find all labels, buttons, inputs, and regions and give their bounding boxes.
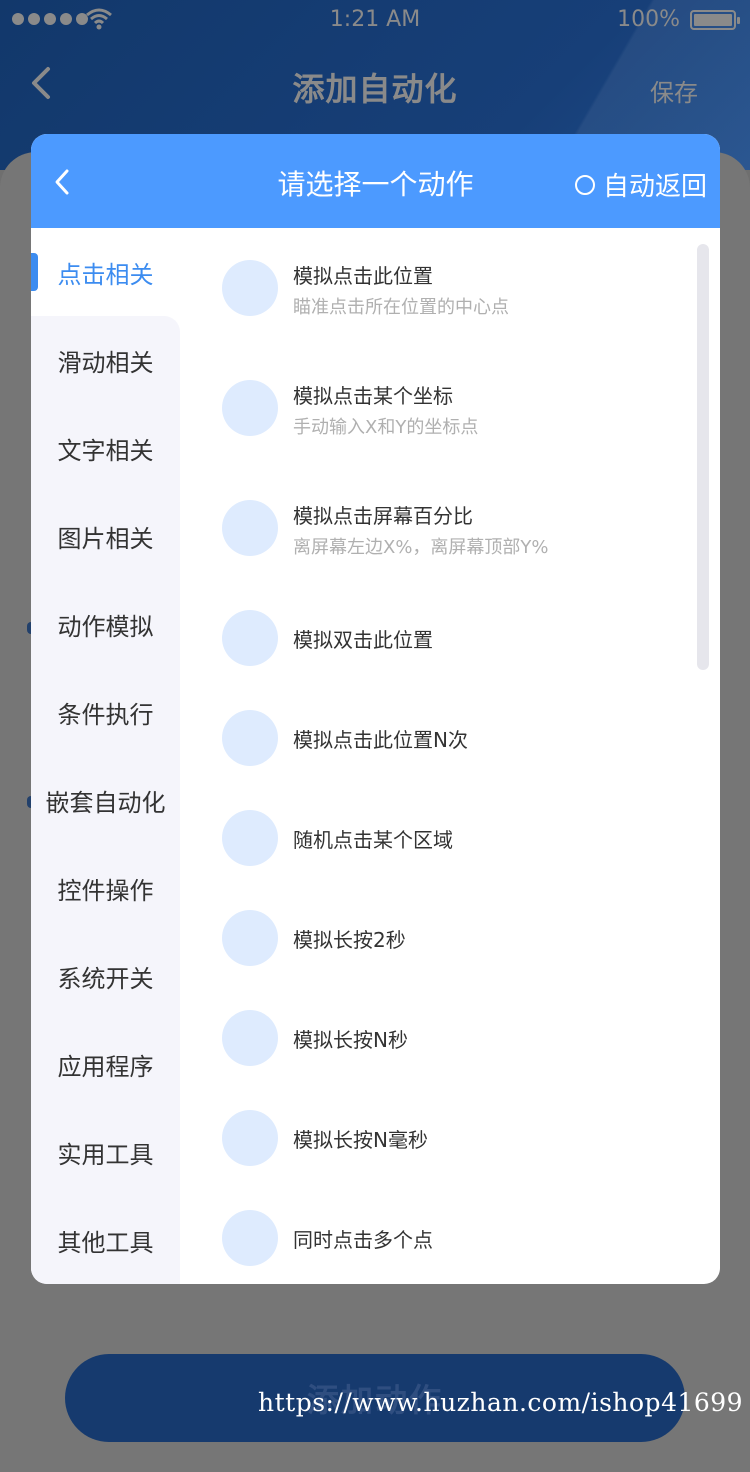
category-item[interactable]: 应用程序 <box>31 1020 180 1108</box>
list-item[interactable]: 同时点击多个点 <box>180 1210 700 1284</box>
action-title: 模拟点击屏幕百分比 <box>293 504 473 528</box>
category-item[interactable]: 点击相关 <box>31 228 180 316</box>
action-icon <box>222 1110 278 1166</box>
page-title: 添加自动化 <box>292 70 458 108</box>
auto-return-toggle[interactable]: 自动返回 <box>574 166 707 203</box>
action-title: 模拟点击此位置N次 <box>293 728 468 752</box>
watermark-text: https://www.huzhan.com/ishop41699 <box>258 1388 744 1417</box>
action-icon <box>222 1210 278 1266</box>
active-indicator <box>31 253 38 291</box>
category-label: 系统开关 <box>57 964 154 993</box>
category-label: 条件执行 <box>57 700 154 729</box>
action-icon <box>222 810 278 866</box>
action-title: 模拟双击此位置 <box>293 628 433 652</box>
category-label: 动作模拟 <box>57 612 154 641</box>
category-item[interactable]: 系统开关 <box>31 932 180 1020</box>
list-item[interactable]: 模拟点击此位置N次 <box>180 710 700 810</box>
action-title: 模拟点击某个坐标 <box>293 384 453 408</box>
category-item[interactable]: 条件执行 <box>31 668 180 756</box>
action-subtitle: 离屏幕左边X%，离屏幕顶部Y% <box>293 537 549 558</box>
category-label: 文字相关 <box>57 436 154 465</box>
list-item[interactable]: 模拟双击此位置 <box>180 610 700 710</box>
action-picker-dialog: 请选择一个动作 自动返回 点击相关 滑动相关 文字相关 图片相关 动作模拟 条件… <box>31 134 720 1284</box>
category-item[interactable]: 滑动相关 <box>31 316 180 404</box>
list-item[interactable]: 随机点击某个区域 <box>180 810 700 910</box>
category-label: 应用程序 <box>57 1052 154 1081</box>
list-scrollbar[interactable] <box>697 244 709 670</box>
battery-icon <box>690 10 740 30</box>
list-item[interactable]: 模拟点击此位置 瞄准点击所在位置的中心点 <box>180 260 700 380</box>
category-item[interactable]: 实用工具 <box>31 1108 180 1196</box>
category-label: 其他工具 <box>57 1228 154 1257</box>
action-icon <box>222 910 278 966</box>
list-item[interactable]: 模拟长按N秒 <box>180 1010 700 1110</box>
action-title: 模拟长按N秒 <box>293 1028 408 1052</box>
action-icon <box>222 710 278 766</box>
category-item[interactable]: 文字相关 <box>31 404 180 492</box>
category-label: 嵌套自动化 <box>45 788 166 817</box>
list-item[interactable]: 模拟点击某个坐标 手动输入X和Y的坐标点 <box>180 380 700 500</box>
auto-return-label: 自动返回 <box>602 172 707 202</box>
category-label: 图片相关 <box>57 524 154 553</box>
list-item[interactable]: 模拟长按N毫秒 <box>180 1110 700 1210</box>
action-icon <box>222 260 278 316</box>
action-icon <box>222 1010 278 1066</box>
list-item[interactable]: 模拟长按2秒 <box>180 910 700 1010</box>
category-item[interactable]: 嵌套自动化 <box>31 756 180 844</box>
category-label: 控件操作 <box>57 876 154 905</box>
action-icon <box>222 610 278 666</box>
category-sidebar: 点击相关 滑动相关 文字相关 图片相关 动作模拟 条件执行 嵌套自动化 控件操作… <box>31 228 180 1284</box>
category-item[interactable]: 图片相关 <box>31 492 180 580</box>
category-label: 实用工具 <box>57 1140 154 1169</box>
action-subtitle: 瞄准点击所在位置的中心点 <box>293 297 509 318</box>
save-button[interactable]: 保存 <box>650 73 698 108</box>
action-list: 模拟点击此位置 瞄准点击所在位置的中心点 模拟点击某个坐标 手动输入X和Y的坐标… <box>180 228 720 1284</box>
action-icon <box>222 380 278 436</box>
action-icon <box>222 500 278 556</box>
list-item[interactable]: 模拟点击屏幕百分比 离屏幕左边X%，离屏幕顶部Y% <box>180 500 700 610</box>
action-subtitle: 手动输入X和Y的坐标点 <box>293 417 479 438</box>
category-label: 点击相关 <box>57 260 154 289</box>
dialog-header: 请选择一个动作 自动返回 <box>31 134 720 228</box>
radio-icon[interactable] <box>574 174 595 195</box>
action-title: 随机点击某个区域 <box>293 828 453 852</box>
battery-percent: 100% <box>617 7 680 32</box>
action-title: 同时点击多个点 <box>293 1228 433 1252</box>
action-title: 模拟点击此位置 <box>293 264 433 288</box>
category-item[interactable]: 其他工具 <box>31 1196 180 1284</box>
status-bar: 1:21 AM 100% <box>0 0 750 40</box>
action-title: 模拟长按2秒 <box>293 928 406 952</box>
category-item[interactable]: 动作模拟 <box>31 580 180 668</box>
action-title: 模拟长按N毫秒 <box>293 1128 428 1152</box>
category-label: 滑动相关 <box>57 348 154 377</box>
category-item[interactable]: 控件操作 <box>31 844 180 932</box>
